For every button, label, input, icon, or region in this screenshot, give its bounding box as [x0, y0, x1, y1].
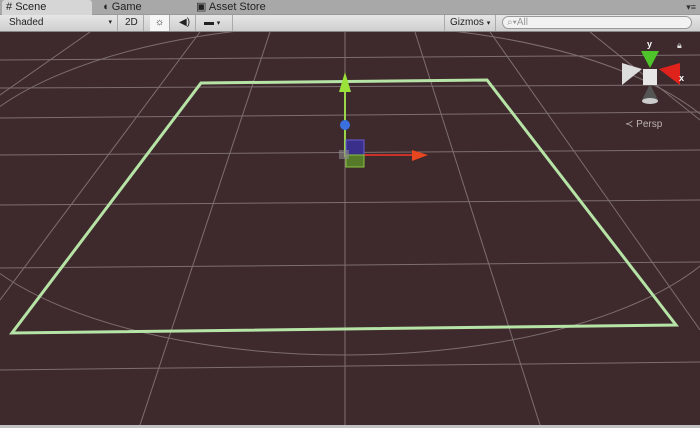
scene-canvas: y x 🔒︎	[0, 24, 700, 426]
orientation-gizmo[interactable]: y x 🔒︎	[622, 39, 684, 104]
grid-icon: #	[6, 1, 13, 13]
image-icon[interactable]: ▬ ▾	[199, 15, 233, 31]
scene-viewport[interactable]: y x 🔒︎ ≺ Persp	[0, 24, 700, 426]
scene-toolbar: Shaded ▾ 2D ☼ ◀) ▬ ▾ Gizmos ▾ ⌕▾All	[0, 15, 700, 32]
shading-mode-dropdown[interactable]: Shaded ▾	[4, 15, 118, 31]
tab-bar: # Scene ◖ Game ▣ Asset Store ▾≡	[0, 0, 700, 15]
y-axis-label: y	[647, 39, 652, 49]
neg-x-cone[interactable]	[622, 63, 642, 85]
tab-asset-store[interactable]: ▣ Asset Store	[192, 0, 266, 15]
tab-scene[interactable]: # Scene	[2, 0, 92, 15]
perspective-icon: ≺	[625, 119, 634, 130]
gizmos-dropdown[interactable]: Gizmos ▾	[444, 15, 497, 31]
lock-icon[interactable]: 🔒︎	[677, 41, 682, 51]
center-handle[interactable]	[339, 150, 349, 159]
tab-game[interactable]: ◖ Game	[98, 0, 142, 15]
shopping-bag-icon: ▣	[196, 1, 207, 13]
search-input[interactable]: ⌕▾All	[502, 16, 692, 29]
projection-toggle[interactable]: ≺ Persp	[625, 119, 662, 130]
sun-icon[interactable]: ☼	[150, 15, 171, 31]
x-cone[interactable]	[659, 63, 680, 85]
z-axis-handle[interactable]	[340, 120, 350, 130]
search-icon: ⌕▾	[507, 17, 517, 28]
y-cone[interactable]	[641, 51, 659, 68]
panel-menu-icon[interactable]: ▾≡	[686, 2, 696, 13]
pacman-icon: ◖	[102, 1, 109, 13]
x-axis-label: x	[679, 73, 684, 83]
speaker-icon[interactable]: ◀)	[174, 15, 197, 31]
2d-toggle-button[interactable]: 2D	[120, 15, 144, 31]
